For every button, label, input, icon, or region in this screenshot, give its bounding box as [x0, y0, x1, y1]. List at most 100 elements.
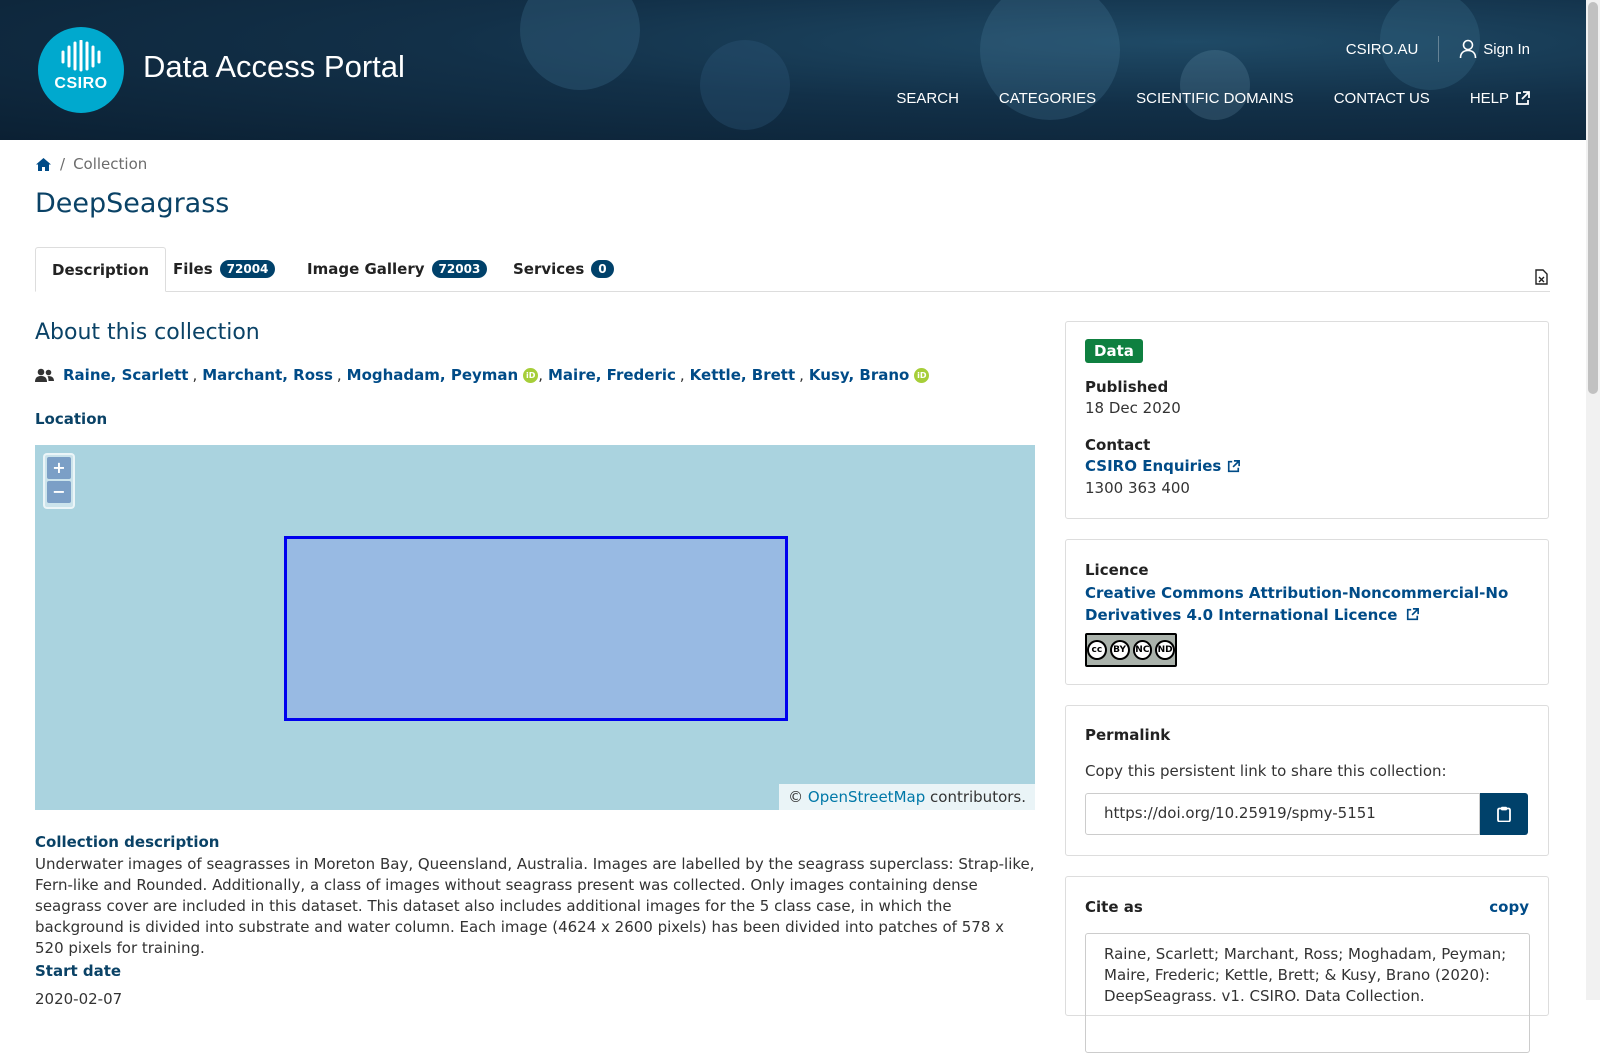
author-separator: , — [679, 366, 685, 384]
cite-card: Cite as copy Raine, Scarlett; Marchant, … — [1065, 876, 1549, 1053]
count-badge: 0 — [591, 260, 614, 278]
scrollbar-thumb[interactable] — [1588, 2, 1598, 394]
site-header: CSIRO Data Access Portal CSIRO.AU Sign I… — [0, 0, 1586, 140]
contact-link[interactable]: CSIRO Enquiries — [1085, 457, 1529, 475]
csiro-au-link[interactable]: CSIRO.AU — [1346, 41, 1419, 58]
citation-text[interactable]: Raine, Scarlett; Marchant, Ross; Moghada… — [1085, 933, 1530, 1053]
count-badge: 72003 — [431, 260, 488, 278]
cc-licence-badge[interactable]: cc BY NC ND — [1085, 633, 1529, 667]
top-links: CSIRO.AU Sign In — [1346, 36, 1530, 62]
licence-link[interactable]: Creative Commons Attribution-Noncommerci… — [1085, 582, 1529, 626]
top-links-divider — [1438, 36, 1440, 62]
permalink-field[interactable]: https://doi.org/10.25919/spmy-5151 — [1085, 793, 1480, 835]
clipboard-icon — [1497, 806, 1511, 822]
header-bokeh — [520, 0, 640, 90]
metadata-card: Data Published 18 Dec 2020 Contact CSIRO… — [1065, 321, 1549, 519]
csiro-logo-icon — [61, 40, 101, 72]
tab-label: Services — [513, 260, 585, 278]
tab-label: Files — [173, 260, 213, 278]
breadcrumb-current: Collection — [73, 155, 148, 173]
permalink-group: https://doi.org/10.25919/spmy-5151 — [1085, 793, 1529, 835]
breadcrumb-separator: / — [60, 155, 66, 173]
sign-in-link[interactable]: Sign In — [1459, 39, 1530, 59]
orcid-icon[interactable]: iD — [523, 367, 539, 383]
cc-nd-icon: ND — [1155, 640, 1175, 660]
licence-card: Licence Creative Commons Attribution-Non… — [1065, 539, 1549, 685]
author-separator: , — [538, 366, 543, 384]
nav-help[interactable]: HELP — [1470, 90, 1530, 107]
permalink-label: Permalink — [1085, 726, 1171, 744]
author-link[interactable]: Maire, Frederic — [548, 366, 676, 384]
author-link[interactable]: Moghadam, Peyman — [347, 366, 519, 384]
location-map[interactable]: + − © OpenStreetMap contributors. — [35, 445, 1035, 810]
author-list: Raine, Scarlett , Marchant, Ross , Mogha… — [35, 366, 930, 384]
collection-description-label: Collection description — [35, 833, 220, 851]
author-separator: , — [192, 366, 198, 384]
permalink-card: Permalink Copy this persistent link to s… — [1065, 705, 1549, 856]
openstreetmap-link[interactable]: OpenStreetMap — [808, 788, 925, 806]
page-title: DeepSeagrass — [35, 188, 230, 219]
tab-image-gallery[interactable]: Image Gallery 72003 — [291, 247, 503, 291]
author-link[interactable]: Marchant, Ross — [202, 366, 333, 384]
start-date-value: 2020-02-07 — [35, 990, 123, 1008]
tab-description[interactable]: Description — [35, 247, 167, 292]
data-type-badge: Data — [1085, 339, 1143, 363]
map-attribution: © OpenStreetMap contributors. — [779, 784, 1035, 810]
page-scrollbar[interactable] — [1586, 0, 1600, 1000]
collection-description: Underwater images of seagrasses in Moret… — [35, 855, 1035, 957]
brand-title[interactable]: Data Access Portal — [143, 49, 405, 85]
location-label: Location — [35, 410, 108, 428]
external-link-icon — [1228, 459, 1241, 472]
csiro-logo[interactable]: CSIRO — [38, 27, 124, 113]
count-badge: 72004 — [219, 260, 276, 278]
permalink-help-text: Copy this persistent link to share this … — [1085, 762, 1447, 780]
zoom-in-button[interactable]: + — [47, 457, 71, 479]
author-link[interactable]: Raine, Scarlett — [63, 366, 188, 384]
contact-label: Contact — [1085, 436, 1151, 454]
nav-scientific-domains[interactable]: SCIENTIFIC DOMAINS — [1136, 90, 1294, 107]
nav-contact-us[interactable]: CONTACT US — [1334, 90, 1430, 107]
nav-search[interactable]: SEARCH — [896, 90, 959, 107]
export-document-icon[interactable] — [1535, 269, 1548, 285]
header-bokeh — [1180, 50, 1250, 120]
cite-as-label: Cite as — [1085, 898, 1143, 916]
tab-label: Image Gallery — [307, 260, 425, 278]
tab-services[interactable]: Services 0 — [497, 247, 630, 291]
start-date-label: Start date — [35, 962, 122, 980]
nav-help-label: HELP — [1469, 90, 1509, 107]
cc-icon: cc — [1087, 640, 1107, 660]
nav-categories[interactable]: CATEGORIES — [999, 90, 1096, 107]
copy-citation-button[interactable]: copy — [1489, 898, 1529, 916]
zoom-control: + − — [43, 453, 75, 509]
collection-tabs: Description Files 72004 Image Gallery 72… — [35, 247, 1550, 292]
cc-by-nc-nd-icon: cc BY NC ND — [1085, 633, 1177, 667]
attribution-suffix: contributors. — [930, 788, 1026, 806]
licence-name: Creative Commons Attribution-Noncommerci… — [1085, 584, 1509, 624]
external-link-icon — [1407, 608, 1420, 621]
tab-label: Description — [52, 260, 150, 279]
orcid-icon[interactable]: iD — [914, 367, 930, 383]
author-link[interactable]: Kusy, Brano — [809, 366, 909, 384]
published-label: Published — [1085, 378, 1169, 396]
contact-phone: 1300 363 400 — [1085, 479, 1190, 497]
licence-label: Licence — [1085, 561, 1149, 579]
users-icon — [35, 368, 54, 382]
zoom-out-button[interactable]: − — [47, 481, 71, 503]
user-icon — [1459, 39, 1477, 59]
home-icon[interactable] — [35, 157, 52, 172]
csiro-logo-text: CSIRO — [54, 75, 108, 92]
external-link-icon — [1516, 91, 1530, 105]
breadcrumb: / Collection — [35, 155, 147, 173]
sign-in-label: Sign In — [1483, 40, 1530, 58]
header-bokeh — [700, 40, 790, 130]
copy-permalink-button[interactable] — [1480, 793, 1528, 835]
main-nav: SEARCH CATEGORIES SCIENTIFIC DOMAINS CON… — [896, 90, 1530, 107]
published-date: 18 Dec 2020 — [1085, 399, 1181, 417]
cc-nc-icon: NC — [1132, 640, 1153, 660]
about-collection-title: About this collection — [35, 320, 260, 345]
author-separator: , — [799, 366, 804, 384]
tab-files[interactable]: Files 72004 — [157, 247, 291, 291]
author-link[interactable]: Kettle, Brett — [690, 366, 795, 384]
author-separator: , — [336, 366, 342, 384]
cc-by-icon: BY — [1109, 640, 1130, 660]
